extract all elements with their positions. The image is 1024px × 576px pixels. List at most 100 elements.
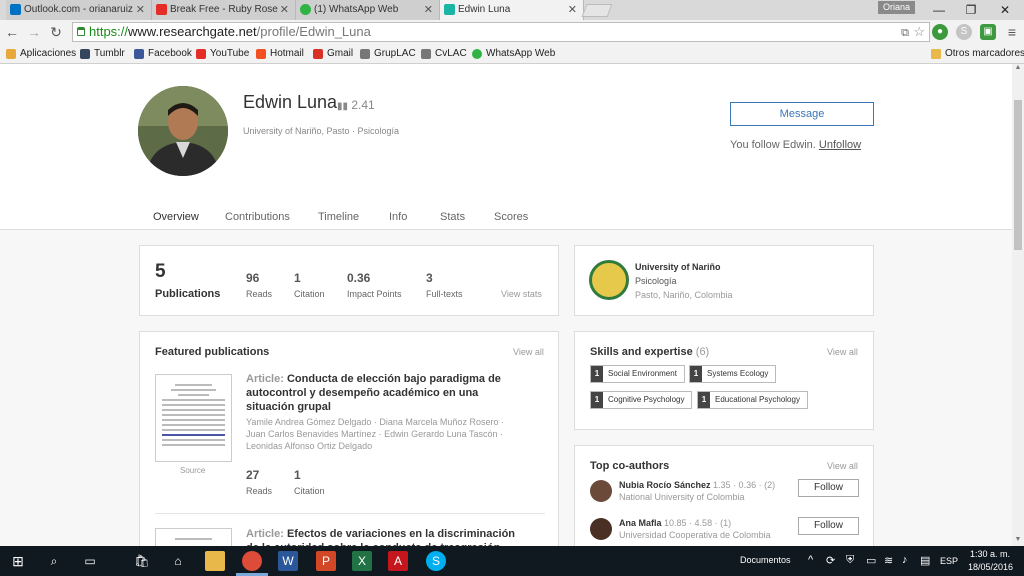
task-view-icon[interactable]: ▭ [80,551,100,571]
bookmark-facebook[interactable]: Facebook [134,44,192,64]
follow-button[interactable]: Follow [798,479,859,497]
bookmark-apps[interactable]: Aplicaciones [6,44,76,64]
clock-date[interactable]: 18/05/2016 [968,562,1013,572]
bookmark-gmail[interactable]: Gmail [313,44,353,64]
bookmark-cvlac[interactable]: CvLAC [421,44,467,64]
follow-status: You follow Edwin. Unfollow [730,139,861,151]
tray-sync-icon[interactable]: ⟳ [826,554,835,567]
tab-whatsapp[interactable]: (1) WhatsApp Web ✕ [296,0,440,20]
bookmark-hotmail[interactable]: Hotmail [256,44,304,64]
coauthor-name[interactable]: Ana Mafla 10.85 · 4.58 · (1) [619,518,731,528]
skype-extension-icon[interactable]: S [956,24,972,40]
publications-count: 5 [155,261,166,282]
home-icon[interactable]: ⌂ [168,551,188,571]
coauthor-avatar[interactable] [590,480,612,502]
bookmark-tumblr[interactable]: Tumblr [80,44,125,64]
back-arrow-icon[interactable]: ← [2,22,22,42]
publication-title[interactable]: Article: Efectos de variaciones en la di… [246,527,516,546]
coauthor-avatar[interactable] [590,518,612,540]
forward-arrow-icon[interactable]: → [24,22,44,42]
extension-box-icon[interactable]: ▣ [980,24,996,40]
page-scrollbar[interactable]: ▲ ▼ [1012,64,1024,546]
bookmark-star-icon[interactable]: ☆ [913,23,925,41]
bookmark-youtube[interactable]: YouTube [196,44,249,64]
close-tab-icon[interactable]: ✕ [280,0,289,20]
avatar[interactable] [138,86,228,176]
battery-icon[interactable]: ▭ [866,554,876,567]
reload-icon[interactable]: ↻ [46,22,66,42]
tray-shield-icon[interactable]: ⛨ [846,554,854,567]
tab-youtube[interactable]: Break Free - Ruby Rose ✕ [152,0,296,20]
skill-tag[interactable]: 1 Cognitive Psychology [590,391,693,409]
close-window-icon[interactable]: ✕ [990,0,1020,20]
acrobat-icon[interactable]: A [388,551,408,571]
skill-tag[interactable]: 1 Social Environment [590,365,685,383]
wifi-icon[interactable]: ≋ [884,554,893,567]
new-tab-button[interactable] [581,4,613,17]
restore-icon[interactable]: ❐ [956,0,986,20]
file-explorer-icon[interactable] [205,551,225,571]
word-icon[interactable]: W [278,551,298,571]
extension-green-icon[interactable]: ● [932,24,948,40]
skills-title-text: Skills and expertise [590,346,693,358]
profile-badge[interactable]: Oriana [878,1,916,14]
skills-view-all-link[interactable]: View all [827,347,858,357]
view-stats-link[interactable]: View stats [501,289,542,299]
skype-icon[interactable]: S [426,551,446,571]
follow-button[interactable]: Follow [798,517,859,535]
message-button[interactable]: Message [730,102,874,126]
institution-department[interactable]: Psicología [635,276,677,286]
store-icon[interactable]: 🛍 [132,551,152,571]
bookmark-whatsapp[interactable]: WhatsApp Web [472,44,555,64]
clock-time[interactable]: 1:30 a. m. [970,549,1010,559]
publication-thumbnail[interactable] [155,374,232,462]
close-tab-icon[interactable]: ✕ [136,0,145,20]
menu-icon[interactable]: ≡ [1002,22,1022,42]
windows-start-icon[interactable]: ⊞ [8,551,28,571]
close-tab-icon[interactable]: ✕ [568,0,577,20]
translate-icon[interactable]: ⧉ [901,24,909,42]
address-bar[interactable]: https://www.researchgate.net/profile/Edw… [72,22,930,42]
close-tab-icon[interactable]: ✕ [424,0,433,20]
tab-overview[interactable]: Overview [153,211,199,223]
profile-header: Edwin Luna ▮▮ 2.41 University of Nariño,… [0,64,1012,230]
chrome-icon[interactable] [242,551,262,571]
skill-tag[interactable]: 1 Systems Ecology [689,365,777,383]
publication-title[interactable]: Article: Conducta de elección bajo parad… [246,372,516,414]
scroll-up-icon[interactable]: ▲ [1012,64,1024,74]
powerpoint-icon[interactable]: P [316,551,336,571]
institution-name[interactable]: University of Nariño [635,262,721,272]
tab-timeline[interactable]: Timeline [318,211,359,223]
featured-view-all-link[interactable]: View all [513,347,544,357]
search-icon[interactable]: ⌕ [44,551,64,571]
tab-info[interactable]: Info [389,211,407,223]
language-indicator[interactable]: ESP [940,556,958,566]
tab-stats[interactable]: Stats [440,211,465,223]
documents-toolbar[interactable]: Documentos [740,555,791,565]
tab-scores[interactable]: Scores [494,211,528,223]
profile-tabs: Overview Contributions Timeline Info Sta… [0,206,1012,230]
unfollow-link[interactable]: Unfollow [819,139,861,151]
coauthor-name[interactable]: Nubia Rocío Sánchez 1.35 · 0.36 · (2) [619,480,775,490]
tab-outlook[interactable]: Outlook.com - orianaruiz ✕ [6,0,152,20]
tab-label: Outlook.com - orianaruiz [24,4,133,15]
tab-researchgate[interactable]: Edwin Luna ✕ [440,0,584,20]
bookmark-other[interactable]: Otros marcadores [931,44,1024,64]
skill-label: Systems Ecology [707,369,769,378]
coauthors-view-all-link[interactable]: View all [827,461,858,471]
minimize-icon[interactable]: — [924,0,954,20]
skill-tag[interactable]: 1 Educational Psychology [697,391,808,409]
youtube-icon [156,4,167,15]
publication-thumbnail[interactable] [155,528,232,546]
bookmark-label: Facebook [148,48,192,59]
notifications-icon[interactable]: ▤ [920,554,930,567]
url-path: /profile/Edwin_Luna [256,24,371,39]
scroll-down-icon[interactable]: ▼ [1012,536,1024,546]
university-seal-icon[interactable] [589,260,629,300]
excel-icon[interactable]: X [352,551,372,571]
tray-chevron-icon[interactable]: ^ [808,554,813,566]
bookmark-gruplac[interactable]: GrupLAC [360,44,416,64]
volume-icon[interactable]: ♪ [902,554,908,566]
tab-contributions[interactable]: Contributions [225,211,290,223]
scrollbar-thumb[interactable] [1014,100,1022,250]
